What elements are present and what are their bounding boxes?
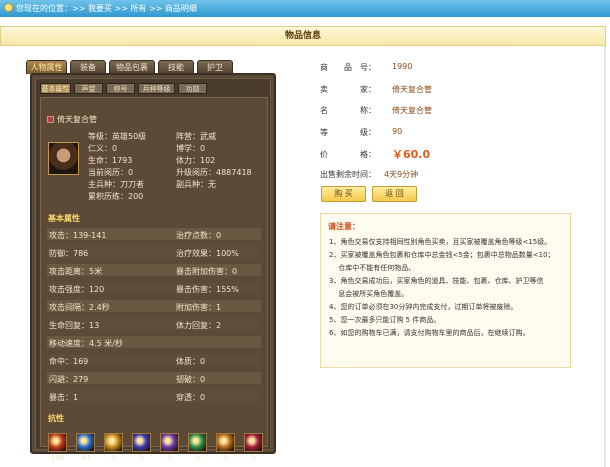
basic-attribute-value: 暴击附加伤害：0 <box>176 267 238 276</box>
resistance-title: 抗性 <box>48 414 64 423</box>
stat-current-exp: 当前阅历：0 <box>88 168 134 177</box>
basic-row-bg <box>47 390 261 402</box>
breadcrumb: 您现在的位置：>> 我要买 >> 所有 >> 商品明细 <box>0 0 610 17</box>
resistance-icon <box>216 433 235 452</box>
divider <box>604 46 606 467</box>
stat-main-troop: 主兵种：刀刀者 <box>88 180 144 189</box>
character-panel: 基本属性 声望 称号 兵种等级 功勋 倚天复合管 等级：英雄50级 仁义：0 生… <box>30 73 276 462</box>
faction-icon <box>47 116 54 123</box>
stat-knowledge: 博学：0 <box>176 144 206 153</box>
notice-line: 2、买家被覆盖角色包裹和仓库中总金钱<5金；包裹中总物品数量<10； <box>329 251 555 259</box>
label-seller: 卖 家： <box>320 85 376 94</box>
back-button[interactable]: 返 回 <box>372 186 417 202</box>
avatar <box>48 142 79 175</box>
label-goods-id: 商 品 号： <box>320 63 376 72</box>
value-name: 倚天复合管 <box>392 106 432 115</box>
resistance-value: 0 <box>251 454 256 462</box>
resistance-value: 188 <box>50 454 65 462</box>
basic-attribute-value: 命中：169 <box>49 357 89 366</box>
tab-guards[interactable]: 护卫 <box>197 60 233 74</box>
value-price: ￥60.0 <box>392 148 431 161</box>
character-inner: 基本属性 声望 称号 兵种等级 功勋 倚天复合管 等级：英雄50级 仁义：0 生… <box>35 78 271 462</box>
basic-attributes-title: 基本属性 <box>48 214 80 223</box>
value-remaining-time: 4天9分钟 <box>384 170 419 179</box>
notice-line: 仓库中不能有任何物品。 <box>329 264 416 272</box>
resistance-icon <box>48 433 67 452</box>
resistance-icon <box>244 433 263 452</box>
tab-character[interactable]: 人物属性 <box>26 60 67 74</box>
stat-hp: 生命：1793 <box>88 156 133 165</box>
notice-line: 6、如您的购物车已满，请支付购物车里的商品后，在继续订购。 <box>329 329 530 337</box>
label-remaining-time: 出售剩余时间： <box>320 170 376 179</box>
basic-attribute-value: 附加伤害：1 <box>176 303 222 312</box>
resistance-value: 0 <box>195 454 200 462</box>
page-title: 物品信息 <box>0 26 606 46</box>
buy-button[interactable]: 购 买 <box>321 186 366 202</box>
stat-training: 累积历练：200 <box>88 192 144 201</box>
basic-attribute-value: 生命回复：13 <box>49 321 100 330</box>
label-level: 等 级： <box>320 128 376 137</box>
resistance-icon <box>132 433 151 452</box>
notice-line: 3、角色交易成功后，买家角色的道具、技能、包裹、仓库、护卫等信 <box>329 277 544 285</box>
stat-benevolence: 仁义：0 <box>88 144 118 153</box>
stat-faction: 阵营：武威 <box>176 132 216 141</box>
subtab-title[interactable]: 称号 <box>106 83 135 94</box>
notice-line: 息会被所买角色覆盖。 <box>329 290 409 298</box>
resistance-value: 0 <box>167 454 172 462</box>
notice-line: 5、您一次最多只能订购 5 件商品。 <box>329 316 441 324</box>
subtab-troop-level[interactable]: 兵种等级 <box>138 83 175 94</box>
subtab-merit[interactable]: 功勋 <box>178 83 207 94</box>
resistance-value: 0 <box>139 454 144 462</box>
basic-attribute-value: 移动速度：4.5 米/秒 <box>49 339 123 348</box>
stat-sub-troop: 副兵种：无 <box>176 180 216 189</box>
basic-attribute-value: 穿透：0 <box>176 393 206 402</box>
value-seller: 倚天复合管 <box>392 85 432 94</box>
resistance-icon <box>188 433 207 452</box>
basic-attribute-value: 暴击伤害：155% <box>176 285 239 294</box>
stat-stamina: 体力：102 <box>176 156 216 165</box>
value-level: 90 <box>392 127 403 136</box>
basic-attribute-value: 治疗点数：0 <box>176 231 222 240</box>
stat-level: 等级：英雄50级 <box>88 132 147 141</box>
label-price: 价 格： <box>320 150 376 159</box>
notice-line: 1、角色交易仅支持相同性别角色买卖，且买家被覆盖角色等级<15级。 <box>329 238 552 246</box>
location-icon <box>4 3 13 12</box>
resistance-icon <box>76 433 95 452</box>
subtab-basic[interactable]: 基本属性 <box>40 83 71 94</box>
resistance-value: 93 <box>81 454 90 462</box>
basic-attribute-value: 暴击：1 <box>49 393 79 402</box>
breadcrumb-text: 您现在的位置：>> 我要买 >> 所有 >> 商品明细 <box>16 4 197 13</box>
tab-equipment[interactable]: 装备 <box>70 60 106 74</box>
tab-inventory[interactable]: 物品包裹 <box>109 60 155 74</box>
label-name: 名 称： <box>320 106 376 115</box>
resistance-icon <box>104 433 123 452</box>
basic-attribute-value: 体力回复：2 <box>176 321 222 330</box>
basic-attribute-value: 治疗效果：100% <box>176 249 239 258</box>
basic-attribute-value: 攻击间隔：2.4秒 <box>49 303 110 312</box>
basic-attribute-value: 韧破：0 <box>176 375 206 384</box>
basic-attribute-value: 攻击：139-141 <box>49 231 107 240</box>
value-goods-id: 1990 <box>392 62 413 71</box>
resistance-value: 0 <box>111 454 116 462</box>
stat-upgrade-exp: 升级阅历：4887418 <box>176 168 252 177</box>
basic-attribute-value: 防御：786 <box>49 249 89 258</box>
resistance-icon <box>160 433 179 452</box>
character-name: 倚天复合管 <box>47 114 97 125</box>
notice-title: 请注意： <box>328 222 360 231</box>
notice-line: 4、您的订单必须在30分钟内完成支付，过期订单将被废除。 <box>329 303 518 311</box>
resistance-value: 0 <box>223 454 228 462</box>
basic-attribute-value: 闪避：279 <box>49 375 89 384</box>
stats-area: 倚天复合管 等级：英雄50级 仁义：0 生命：1793 当前阅历：0 主兵种：刀… <box>40 97 268 462</box>
tab-skills[interactable]: 技能 <box>158 60 194 74</box>
basic-attribute-value: 攻击距离：5米 <box>49 267 103 276</box>
subtab-reputation[interactable]: 声望 <box>74 83 103 94</box>
basic-attribute-value: 攻击强度：120 <box>49 285 105 294</box>
notice-box: 请注意： 1、角色交易仅支持相同性别角色买卖，且买家被覆盖角色等级<15级。 2、… <box>320 213 571 368</box>
basic-attribute-value: 体质：0 <box>176 357 206 366</box>
